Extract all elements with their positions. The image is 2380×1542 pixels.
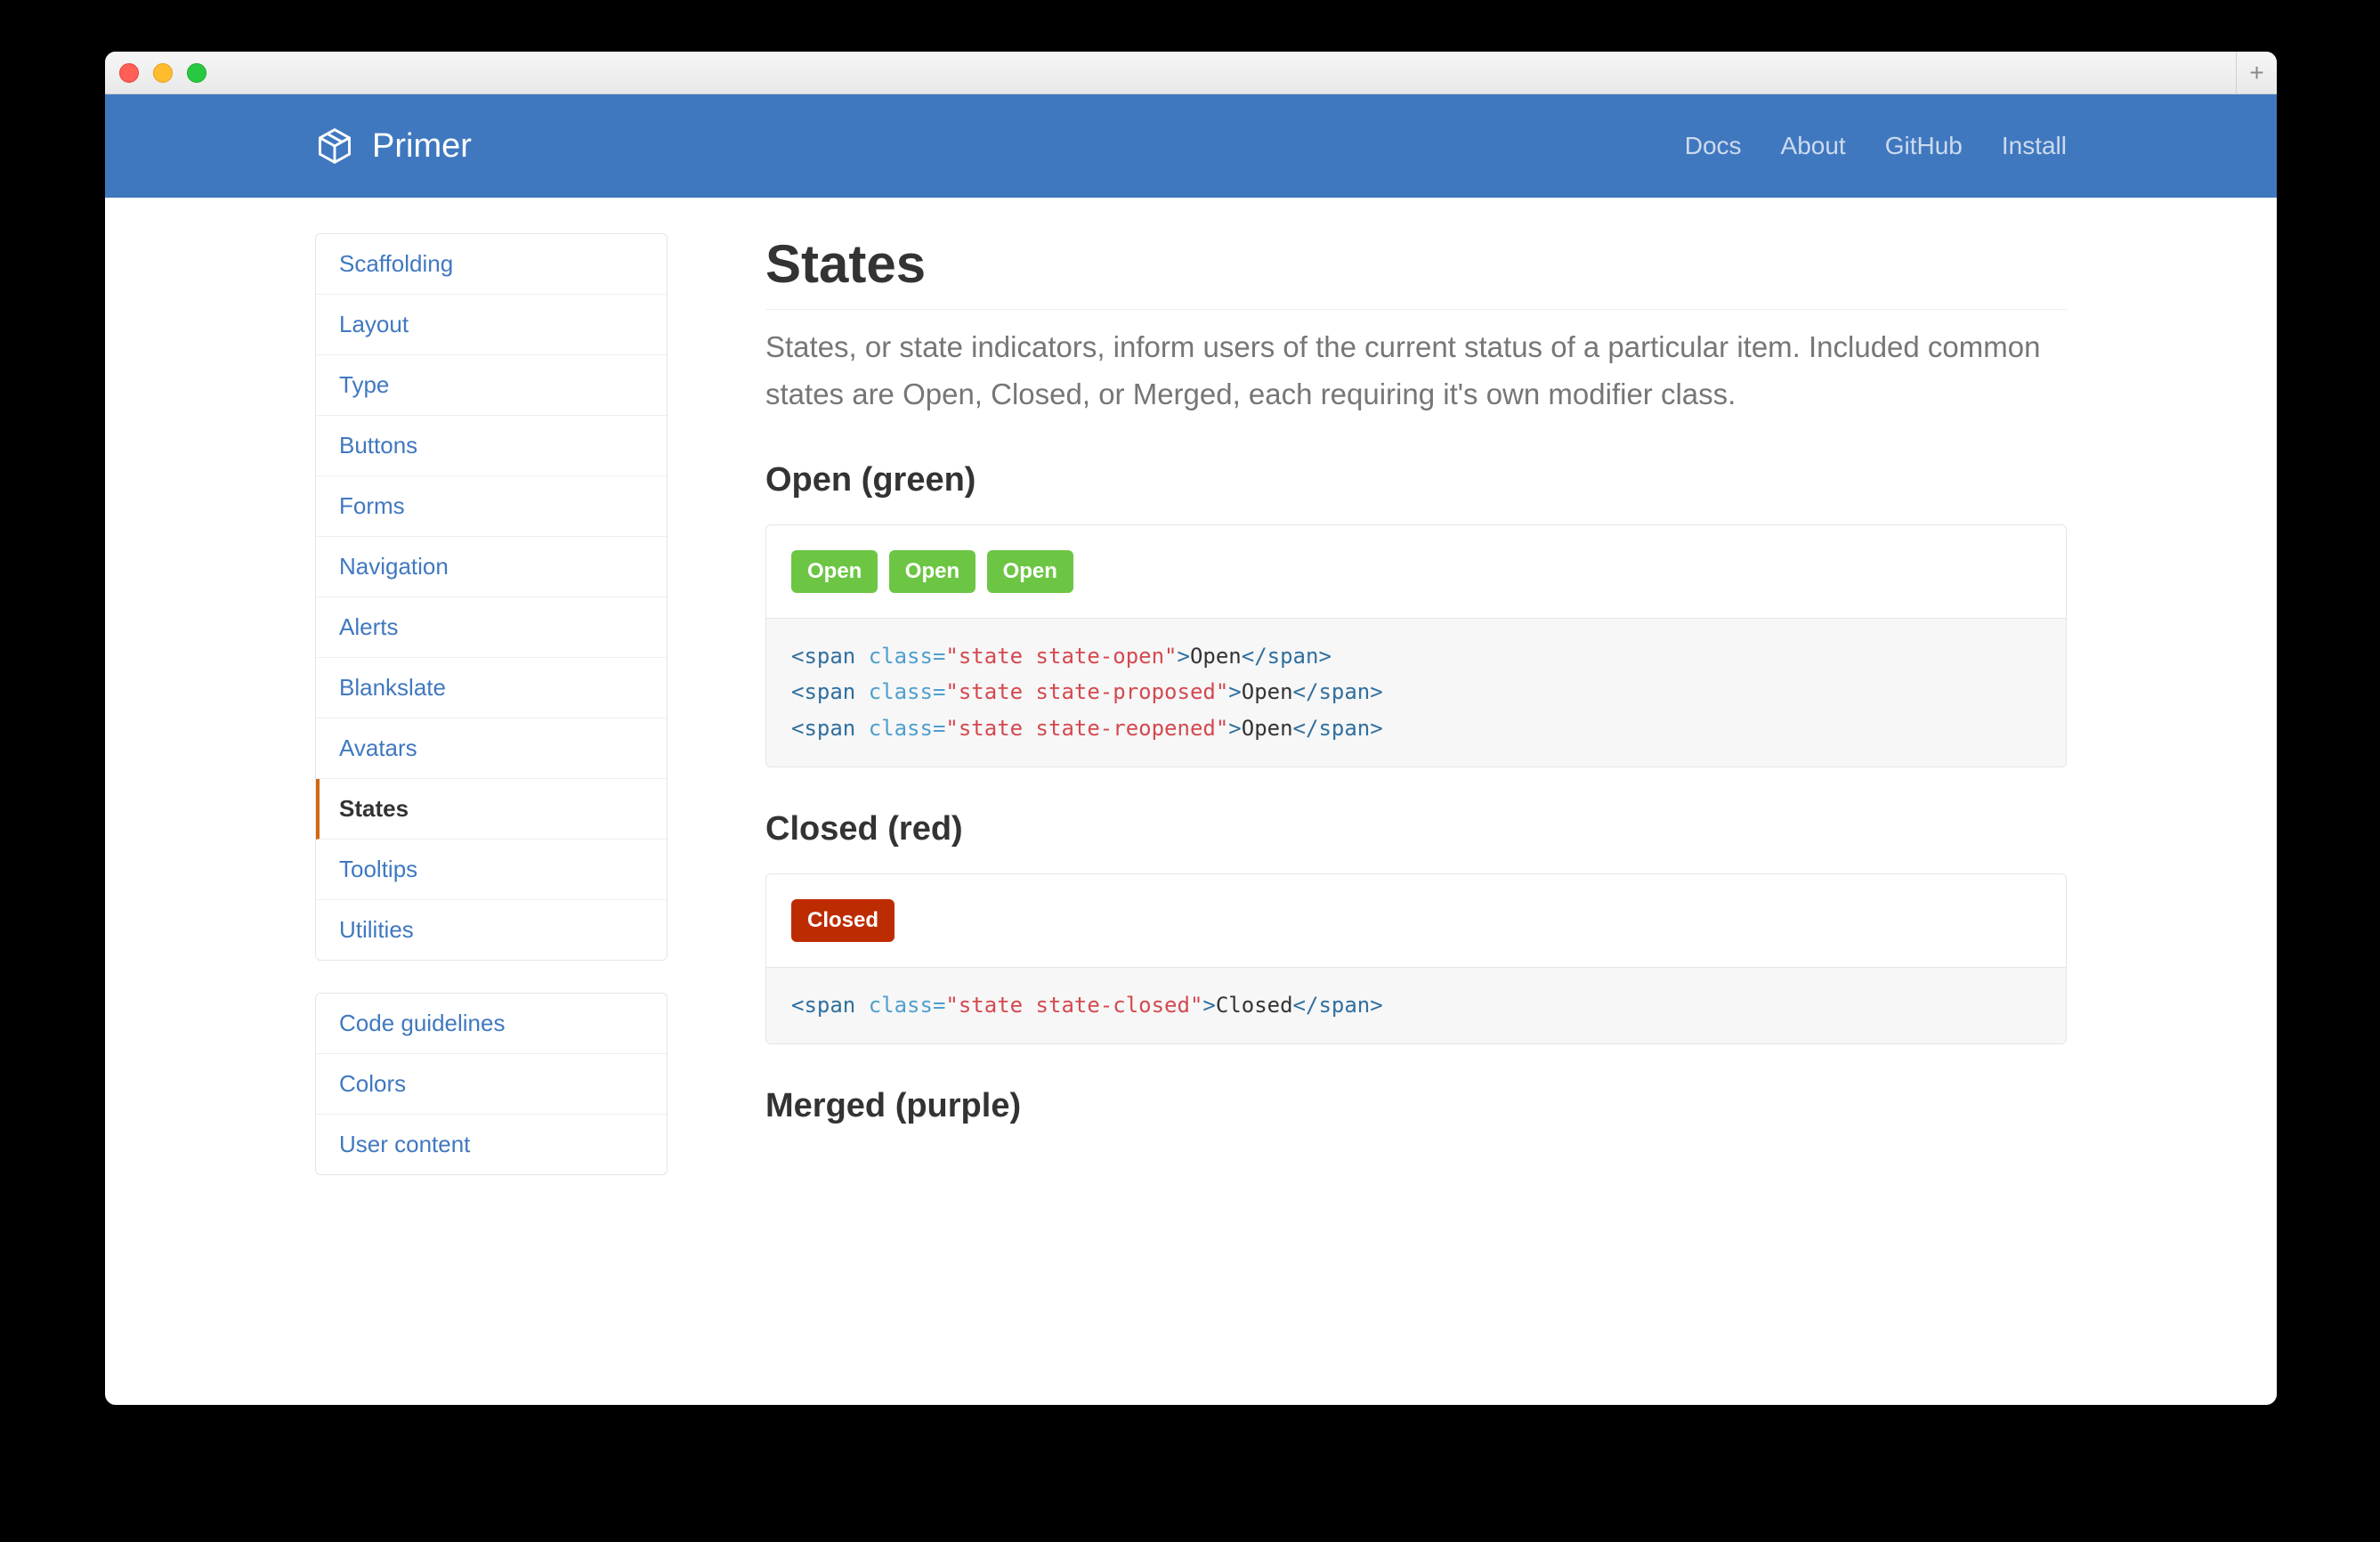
sidebar-menu-primary: Scaffolding Layout Type Buttons Forms Na… [315,233,668,961]
browser-window: + Primer Docs About GitHub Install Scaff… [105,52,2277,1405]
traffic-lights [119,63,206,83]
section-heading-merged: Merged (purple) [765,1087,2067,1125]
close-window-button[interactable] [119,63,139,83]
window-titlebar: + [105,52,2277,94]
sidebar-item-avatars[interactable]: Avatars [316,718,667,779]
example-open: Open Open Open <span class="state state-… [765,524,2067,767]
sidebar: Scaffolding Layout Type Buttons Forms Na… [315,233,668,1207]
state-badge-open: Open [791,550,878,593]
section-heading-closed: Closed (red) [765,810,2067,848]
state-badge-closed: Closed [791,899,895,942]
brand-text: Primer [372,127,472,166]
sidebar-item-user-content[interactable]: User content [316,1115,667,1174]
package-icon [315,126,354,166]
nav-install[interactable]: Install [2002,132,2067,160]
page-lead: States, or state indicators, inform user… [765,324,2067,418]
maximize-window-button[interactable] [187,63,206,83]
example-closed-code: <span class="state state-closed">Closed<… [766,967,2066,1043]
state-badge-reopened: Open [987,550,1073,593]
minimize-window-button[interactable] [153,63,173,83]
new-tab-button[interactable]: + [2236,52,2277,94]
section-heading-open: Open (green) [765,461,2067,499]
top-nav: Docs About GitHub Install [1685,132,2067,160]
site-header: Primer Docs About GitHub Install [105,94,2277,198]
state-badge-proposed: Open [889,550,975,593]
sidebar-item-states[interactable]: States [316,779,667,840]
nav-about[interactable]: About [1781,132,1846,160]
sidebar-item-blankslate[interactable]: Blankslate [316,658,667,718]
page-title: States [765,233,2067,310]
nav-docs[interactable]: Docs [1685,132,1742,160]
sidebar-item-code-guidelines[interactable]: Code guidelines [316,994,667,1054]
sidebar-item-utilities[interactable]: Utilities [316,900,667,960]
page-content: Scaffolding Layout Type Buttons Forms Na… [105,198,2277,1207]
nav-github[interactable]: GitHub [1885,132,1963,160]
sidebar-item-buttons[interactable]: Buttons [316,416,667,476]
example-closed-render: Closed [766,874,2066,967]
example-open-render: Open Open Open [766,525,2066,618]
sidebar-item-alerts[interactable]: Alerts [316,597,667,658]
sidebar-item-colors[interactable]: Colors [316,1054,667,1115]
sidebar-item-forms[interactable]: Forms [316,476,667,537]
sidebar-item-type[interactable]: Type [316,355,667,416]
example-closed: Closed <span class="state state-closed">… [765,873,2067,1044]
example-open-code: <span class="state state-open">Open</spa… [766,618,2066,767]
sidebar-item-layout[interactable]: Layout [316,295,667,355]
main-content: States States, or state indicators, info… [765,233,2067,1207]
sidebar-item-tooltips[interactable]: Tooltips [316,840,667,900]
sidebar-menu-secondary: Code guidelines Colors User content [315,993,668,1175]
sidebar-item-scaffolding[interactable]: Scaffolding [316,234,667,295]
sidebar-item-navigation[interactable]: Navigation [316,537,667,597]
brand[interactable]: Primer [315,126,472,166]
